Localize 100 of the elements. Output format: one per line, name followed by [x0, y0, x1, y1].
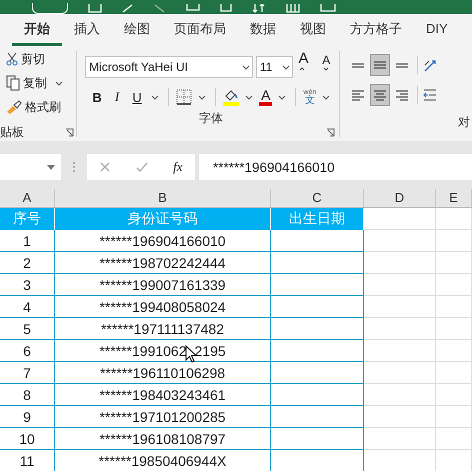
table-cell: ******197111137482 [55, 318, 271, 340]
empty-cell [436, 406, 472, 428]
table-header-cell: 身份证号码 [55, 208, 271, 230]
decrease-indent-icon[interactable] [423, 87, 438, 103]
ribbon-tab[interactable]: 插入 [62, 14, 112, 46]
ribbon-tab[interactable]: 视图 [288, 14, 338, 46]
table-cell: 10 [0, 428, 55, 450]
font-size-dropdown[interactable]: 11 [256, 56, 294, 78]
empty-cell [364, 362, 436, 384]
group-label: 贴板 [0, 124, 24, 140]
empty-cell [436, 318, 472, 340]
scissors-icon [6, 52, 18, 66]
caret-icon [282, 64, 290, 70]
empty-cell [364, 252, 436, 274]
format-painter-button[interactable]: 格式刷 [6, 97, 76, 117]
copy-icon [6, 75, 20, 91]
underline-button[interactable]: U [129, 90, 146, 104]
empty-cell [364, 428, 436, 450]
table-cell: ******197101200285 [55, 406, 271, 428]
table-cell: ******196110106298 [55, 362, 271, 384]
table-cell: 6 [0, 340, 55, 362]
empty-cell [436, 230, 472, 252]
font-color-button[interactable]: A [259, 88, 272, 106]
empty-cell [436, 428, 472, 450]
caret-icon[interactable] [151, 94, 160, 100]
empty-cell [364, 230, 436, 252]
caret-icon [242, 64, 250, 70]
sort-icon[interactable] [252, 4, 266, 14]
table-cell: ******196904166010 [55, 230, 271, 252]
ribbon-tab[interactable]: 数据 [238, 14, 288, 46]
drag-handle-icon[interactable] [72, 160, 76, 174]
caret-icon[interactable] [55, 80, 63, 86]
table-cell: 3 [0, 274, 55, 296]
align-bottom-icon [396, 62, 408, 68]
paintbrush-icon [6, 100, 22, 114]
copy-button[interactable]: 复制 [6, 73, 47, 93]
align-top-icon [352, 62, 364, 68]
fill-color-icon[interactable] [223, 88, 240, 106]
table-cell: 9 [0, 406, 55, 428]
shrink-font-button[interactable]: A [320, 53, 340, 81]
dialog-launcher-icon[interactable] [65, 128, 74, 136]
empty-cell [364, 274, 436, 296]
dropdown-arrow-icon [47, 164, 55, 170]
empty-cell [364, 318, 436, 340]
column-header[interactable]: E [436, 189, 472, 207]
grow-font-button[interactable]: A [296, 50, 318, 84]
empty-cell [364, 384, 436, 406]
id-text: ******1991062 [99, 342, 187, 358]
empty-cell [436, 252, 472, 274]
group-label: 对 [458, 114, 470, 130]
ribbon-tab[interactable]: 页面布局 [162, 14, 238, 46]
table-cell: 7 [0, 362, 55, 384]
table-cell: ******19850406944X [55, 450, 271, 471]
border-icon[interactable] [176, 89, 192, 105]
caret-icon [323, 67, 330, 71]
column-header[interactable]: A [0, 189, 55, 207]
table-cell: ******198403243461 [55, 384, 271, 406]
table-cell: 5 [0, 318, 55, 340]
table-cell: 1 [0, 230, 55, 252]
table-cell: 4 [0, 296, 55, 318]
empty-cell [436, 296, 472, 318]
empty-cell [436, 362, 472, 384]
table-cell: 2 [0, 252, 55, 274]
cut-button[interactable]: 剪切 [6, 49, 76, 69]
align-button[interactable] [370, 54, 390, 76]
align-right-icon [396, 90, 408, 100]
align-middle-icon [374, 61, 386, 69]
font-name-dropdown[interactable]: Microsoft YaHei UI [85, 56, 253, 78]
italic-button[interactable]: I [109, 89, 126, 105]
column-header[interactable]: C [271, 189, 364, 207]
table-icon[interactable] [286, 4, 300, 14]
ribbon-tab[interactable]: DIY [414, 15, 460, 44]
column-header[interactable]: B [55, 189, 271, 207]
table-cell: ******196108108797 [55, 428, 271, 450]
check-icon[interactable] [136, 161, 148, 173]
dialog-launcher-icon[interactable] [326, 128, 336, 137]
align-center-icon [374, 90, 386, 100]
table-header-cell: 出生日期 [271, 208, 364, 230]
caret-icon[interactable] [322, 94, 330, 100]
mouse-cursor-icon [184, 344, 197, 362]
column-header[interactable]: D [364, 189, 436, 207]
insert-function-button[interactable]: fx [173, 159, 183, 175]
ribbon-tab[interactable]: 绘图 [112, 14, 162, 46]
caret-icon[interactable] [278, 94, 286, 100]
empty-cell [436, 274, 472, 296]
empty-cell [436, 384, 472, 406]
id-text: 2195 [194, 342, 226, 358]
caret-icon[interactable] [245, 94, 254, 100]
table-cell: ******199007161339 [55, 274, 271, 296]
table-header-cell: 序号 [0, 208, 55, 230]
empty-cell [364, 340, 436, 362]
caret-icon[interactable] [198, 94, 206, 100]
empty-cell [364, 296, 436, 318]
up-caret-icon [299, 67, 306, 71]
table-cell: ******199408058024 [55, 296, 271, 318]
formula-input[interactable]: ******196904166010 [199, 154, 472, 180]
bold-button[interactable]: B [89, 90, 106, 104]
align-button[interactable] [370, 84, 390, 106]
align-left-icon [352, 90, 364, 100]
ribbon-tab[interactable]: 方方格子 [338, 14, 414, 46]
